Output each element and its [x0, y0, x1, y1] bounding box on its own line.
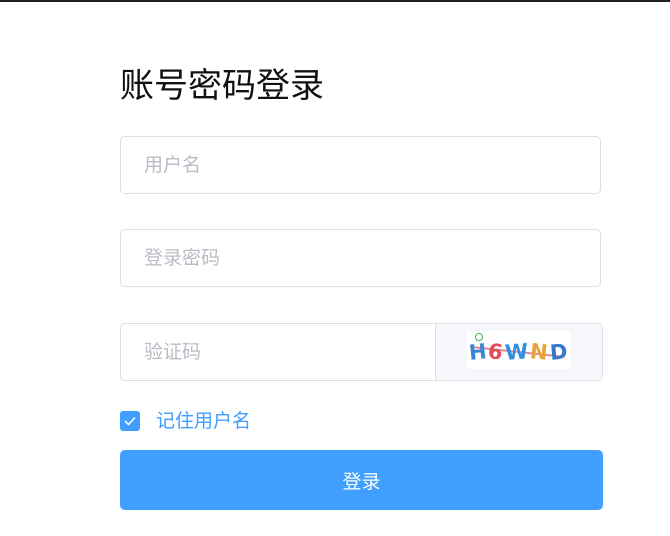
captcha-input[interactable] — [121, 324, 435, 380]
captcha-char: D — [548, 339, 571, 365]
username-field[interactable] — [120, 136, 601, 194]
page-title: 账号密码登录 — [120, 66, 324, 106]
remember-label: 记住用户名 — [156, 410, 252, 432]
captcha-field[interactable] — [120, 323, 436, 381]
username-input[interactable] — [121, 137, 600, 193]
checkmark-icon — [124, 416, 136, 426]
captcha-image-button[interactable]: H6WND — [435, 323, 603, 381]
captcha-text: H6WND — [467, 339, 571, 365]
remember-checkbox[interactable] — [120, 411, 140, 431]
captcha-char: N — [528, 339, 551, 365]
password-input[interactable] — [121, 230, 600, 286]
login-button[interactable]: 登录 — [120, 450, 603, 510]
remember-username-option[interactable]: 记住用户名 — [120, 409, 251, 433]
captcha-char: W — [504, 339, 531, 365]
password-field[interactable] — [120, 229, 601, 287]
top-border-line — [0, 0, 670, 2]
captcha-image[interactable]: H6WND — [467, 331, 571, 369]
